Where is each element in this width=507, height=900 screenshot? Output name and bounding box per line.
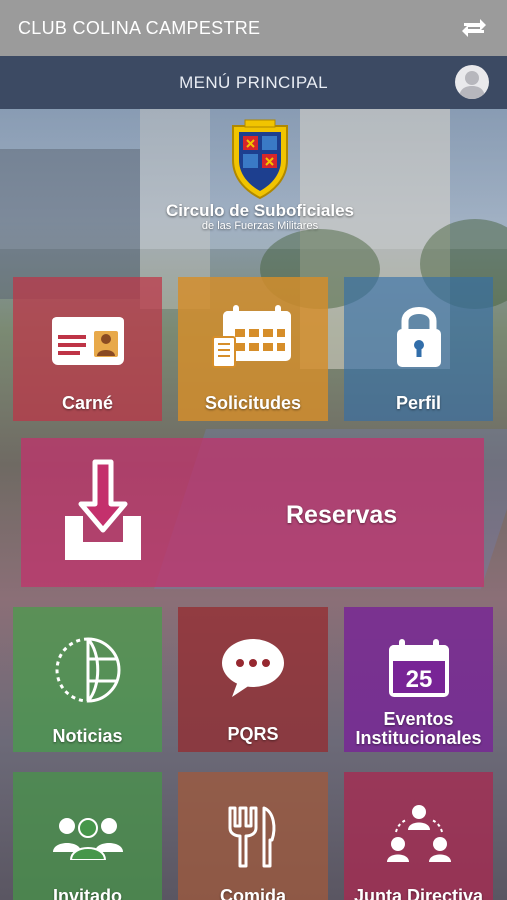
menu-title: MENÚ PRINCIPAL: [179, 72, 328, 92]
refresh-icon[interactable]: [457, 11, 491, 45]
cutlery-icon: [228, 806, 276, 868]
military-shield-icon: [232, 119, 288, 200]
tile-label: Noticias: [52, 726, 123, 746]
tile-label: PQRS: [227, 724, 279, 744]
tile-solicitudes[interactable]: Solicitudes: [178, 277, 328, 421]
tile-eventos-institucionales[interactable]: 25 Eventos Institucionales: [344, 607, 493, 752]
id-card-icon: [51, 317, 124, 365]
calendar-form-icon: [212, 305, 291, 368]
tile-label: Eventos Institucionales: [355, 710, 481, 748]
menu-header: MENÚ PRINCIPAL: [0, 56, 507, 109]
tile-label: Solicitudes: [204, 393, 302, 413]
club-logo: Circulo de Suboficiales de las Fuerzas M…: [140, 118, 380, 243]
tile-label: Comida: [219, 886, 286, 900]
org-chart-icon: [386, 805, 451, 862]
app-title: CLUB COLINA CAMPESTRE: [18, 17, 261, 38]
tile-perfil[interactable]: Perfil: [344, 277, 493, 421]
tile-label: Carné: [61, 393, 114, 413]
download-tray-icon: [65, 459, 141, 560]
tile-label: Perfil: [395, 393, 442, 413]
globe-icon: [55, 637, 120, 703]
calendar-day-text: 25: [405, 666, 432, 693]
tile-label: Invitado: [52, 886, 122, 900]
chat-bubble-icon: [222, 639, 284, 697]
tile-label-line2: Institucionales: [355, 728, 482, 748]
logo-subtitle: de las Fuerzas Militares: [201, 220, 319, 232]
tile-noticias[interactable]: Noticias: [13, 607, 162, 752]
tile-label: Junta Directiva: [353, 886, 484, 900]
tile-reservas[interactable]: Reservas: [21, 438, 484, 587]
tile-comida[interactable]: Comida: [178, 772, 328, 900]
lock-icon: [396, 307, 441, 367]
app-bar: CLUB COLINA CAMPESTRE: [0, 0, 507, 56]
tile-label: Reservas: [286, 501, 398, 529]
logo-title: Circulo de Suboficiales: [166, 201, 354, 220]
tile-carne[interactable]: Carné: [13, 277, 162, 421]
tile-invitado[interactable]: Invitado: [13, 772, 162, 900]
tile-junta-directiva[interactable]: Junta Directiva: [344, 772, 493, 900]
tile-label-line1: Eventos: [383, 709, 454, 729]
tile-pqrs[interactable]: PQRS: [178, 607, 328, 752]
user-avatar-icon[interactable]: [455, 65, 489, 99]
calendar-icon: 25: [388, 639, 449, 697]
group-icon: [52, 818, 123, 860]
